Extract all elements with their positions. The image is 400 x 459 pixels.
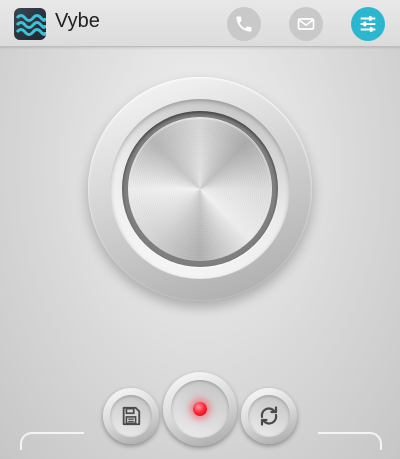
- mail-button[interactable]: [289, 7, 323, 41]
- repeat-icon: [260, 406, 278, 426]
- record-icon: [193, 402, 207, 416]
- vibration-knob[interactable]: [88, 77, 312, 301]
- envelope-icon: [297, 18, 315, 30]
- phone-icon: [236, 16, 252, 32]
- settings-button[interactable]: [351, 7, 385, 41]
- phone-button[interactable]: [227, 7, 261, 41]
- action-bar: Vybe: [0, 0, 400, 47]
- save-icon: [122, 406, 141, 426]
- knob-bezel: [122, 111, 278, 267]
- app-title: Vybe: [55, 10, 100, 32]
- panel-outline-left: [20, 432, 84, 450]
- repeat-button[interactable]: [241, 388, 297, 444]
- save-button[interactable]: [103, 388, 159, 444]
- panel-outline-right: [318, 432, 382, 450]
- record-button[interactable]: [163, 372, 237, 446]
- sliders-icon: [360, 16, 376, 32]
- vybe-logo-icon: [14, 8, 46, 40]
- knob-face: [128, 117, 272, 261]
- knob-ring: [110, 99, 290, 279]
